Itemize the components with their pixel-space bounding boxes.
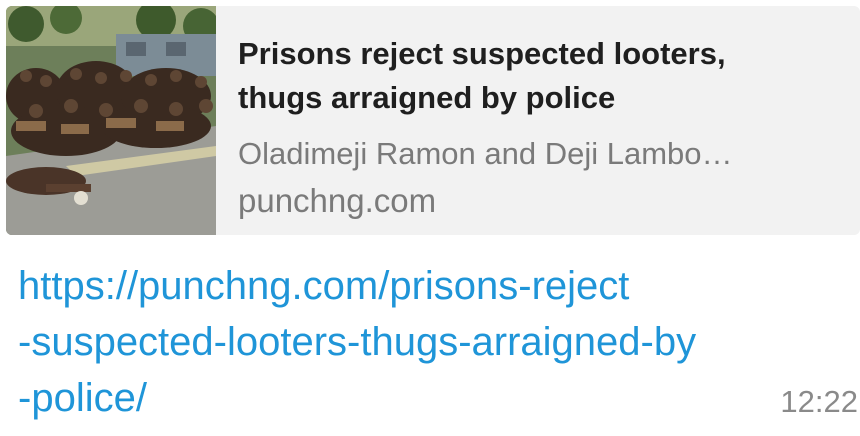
preview-info: Prisons reject suspected looters, thugs … xyxy=(238,6,850,235)
preview-title-line-2: thugs arraigned by police xyxy=(238,80,616,115)
message-link-line-3: -police/ xyxy=(18,376,147,420)
preview-title-line-1: Prisons reject suspected looters, xyxy=(238,36,726,71)
preview-thumbnail xyxy=(6,6,216,235)
crowd-photo-image xyxy=(6,6,216,235)
preview-authors: Oladimeji Ramon and Deji Lambo… xyxy=(238,136,733,171)
message-link[interactable]: https://punchng.com/prisons-reject -susp… xyxy=(18,258,818,426)
message-timestamp: 12:22 xyxy=(780,384,858,419)
preview-domain: punchng.com xyxy=(238,182,437,219)
preview-title: Prisons reject suspected looters, thugs … xyxy=(238,32,838,120)
message-bubble: Prisons reject suspected looters, thugs … xyxy=(0,0,860,436)
message-link-line-1: https://punchng.com/prisons-reject xyxy=(18,264,630,308)
link-preview-card[interactable]: Prisons reject suspected looters, thugs … xyxy=(6,6,860,235)
message-link-line-2: -suspected-looters-thugs-arraigned-by xyxy=(18,320,697,364)
